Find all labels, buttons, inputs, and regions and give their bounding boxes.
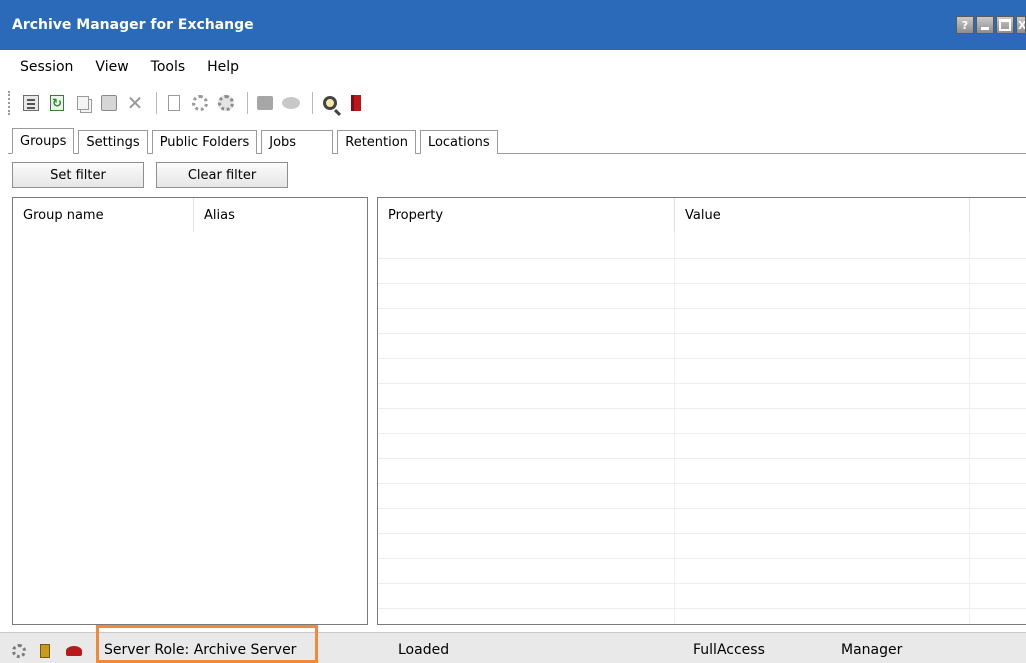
tab-public-folders[interactable]: Public Folders bbox=[151, 130, 258, 154]
delete-button[interactable]: ✕ bbox=[124, 92, 146, 114]
delete-icon: ✕ bbox=[126, 91, 144, 115]
status-database-icon bbox=[40, 644, 50, 658]
tab-jobs[interactable]: Jobs bbox=[261, 130, 334, 154]
book-icon bbox=[351, 95, 361, 111]
grid-column-line bbox=[674, 232, 675, 624]
window-title: Archive Manager for Exchange bbox=[12, 17, 254, 33]
clear-filter-button[interactable]: Clear filter bbox=[156, 162, 288, 188]
new-button[interactable] bbox=[163, 92, 185, 114]
comment-button[interactable] bbox=[280, 92, 302, 114]
column-header-group-name[interactable]: Group name bbox=[13, 198, 193, 232]
menu-help[interactable]: Help bbox=[207, 59, 239, 75]
column-header-value[interactable]: Value bbox=[675, 198, 969, 232]
properties-icon bbox=[23, 95, 39, 111]
minimize-button[interactable] bbox=[976, 16, 994, 34]
grid-column-line bbox=[969, 232, 970, 624]
maximize-button[interactable] bbox=[996, 16, 1014, 34]
grid-row-line bbox=[378, 483, 1026, 484]
paste-button[interactable] bbox=[98, 92, 120, 114]
gear-settings-button[interactable] bbox=[215, 92, 237, 114]
menu-view[interactable]: View bbox=[95, 59, 128, 75]
search-button[interactable] bbox=[319, 92, 341, 114]
copy-button[interactable] bbox=[72, 92, 94, 114]
note-icon bbox=[257, 96, 273, 110]
gear-icon bbox=[192, 95, 208, 111]
status-user-icon bbox=[66, 646, 82, 656]
tab-locations[interactable]: Locations bbox=[419, 130, 498, 154]
gear-button[interactable] bbox=[189, 92, 211, 114]
book-button[interactable] bbox=[345, 92, 367, 114]
groups-list[interactable]: Group name Alias bbox=[12, 197, 368, 625]
column-header-alias[interactable]: Alias bbox=[194, 198, 364, 232]
tab-settings[interactable]: Settings bbox=[78, 130, 148, 154]
grid-row-line bbox=[378, 283, 1026, 284]
grid-row-line bbox=[378, 558, 1026, 559]
comment-icon bbox=[282, 97, 300, 109]
properties-button[interactable] bbox=[20, 92, 42, 114]
grid-row-line bbox=[378, 308, 1026, 309]
status-gear-icon bbox=[12, 644, 26, 658]
grid-row-line bbox=[378, 608, 1026, 609]
menu-bar: Session View Tools Help bbox=[0, 50, 1026, 84]
help-button[interactable]: ? bbox=[956, 16, 974, 34]
grid-row-line bbox=[378, 433, 1026, 434]
grid-row-line bbox=[378, 383, 1026, 384]
set-filter-button[interactable]: Set filter bbox=[12, 162, 144, 188]
status-access: FullAccess bbox=[693, 642, 765, 658]
window-controls: ? X bbox=[956, 16, 1026, 34]
toolbar: ↻ ✕ bbox=[0, 86, 1026, 120]
close-button[interactable]: X bbox=[1016, 16, 1026, 34]
tab-groups[interactable]: Groups bbox=[12, 128, 75, 154]
gear-settings-icon bbox=[218, 95, 234, 111]
column-header-property[interactable]: Property bbox=[378, 198, 674, 232]
toolbar-separator bbox=[156, 92, 157, 114]
grid-row-line bbox=[378, 358, 1026, 359]
menu-tools[interactable]: Tools bbox=[151, 59, 186, 75]
new-document-icon bbox=[168, 95, 180, 111]
refresh-button[interactable]: ↻ bbox=[46, 92, 68, 114]
grid-row-line bbox=[378, 583, 1026, 584]
grid-row-line bbox=[378, 458, 1026, 459]
properties-grid[interactable]: Property Value bbox=[377, 197, 1026, 625]
refresh-icon: ↻ bbox=[50, 95, 64, 111]
grid-row-line bbox=[378, 508, 1026, 509]
tab-strip: Groups Settings Public Folders Jobs Rete… bbox=[12, 128, 502, 154]
menu-session[interactable]: Session bbox=[20, 59, 73, 75]
search-icon bbox=[323, 96, 337, 110]
copy-icon bbox=[77, 96, 89, 110]
status-role: Manager bbox=[841, 642, 903, 658]
toolbar-grip[interactable] bbox=[8, 91, 12, 115]
grid-row-line bbox=[378, 408, 1026, 409]
tab-retention[interactable]: Retention bbox=[337, 130, 416, 154]
paste-icon bbox=[101, 95, 117, 111]
grid-row-line bbox=[378, 333, 1026, 334]
title-bar: Archive Manager for Exchange ? X bbox=[0, 0, 1026, 50]
column-divider[interactable] bbox=[969, 198, 970, 232]
status-state: Loaded bbox=[398, 642, 450, 658]
grid-row-line bbox=[378, 533, 1026, 534]
grid-row-line bbox=[378, 258, 1026, 259]
toolbar-separator bbox=[247, 92, 248, 114]
server-role-highlight bbox=[96, 625, 318, 663]
toolbar-separator bbox=[312, 92, 313, 114]
note-button[interactable] bbox=[254, 92, 276, 114]
